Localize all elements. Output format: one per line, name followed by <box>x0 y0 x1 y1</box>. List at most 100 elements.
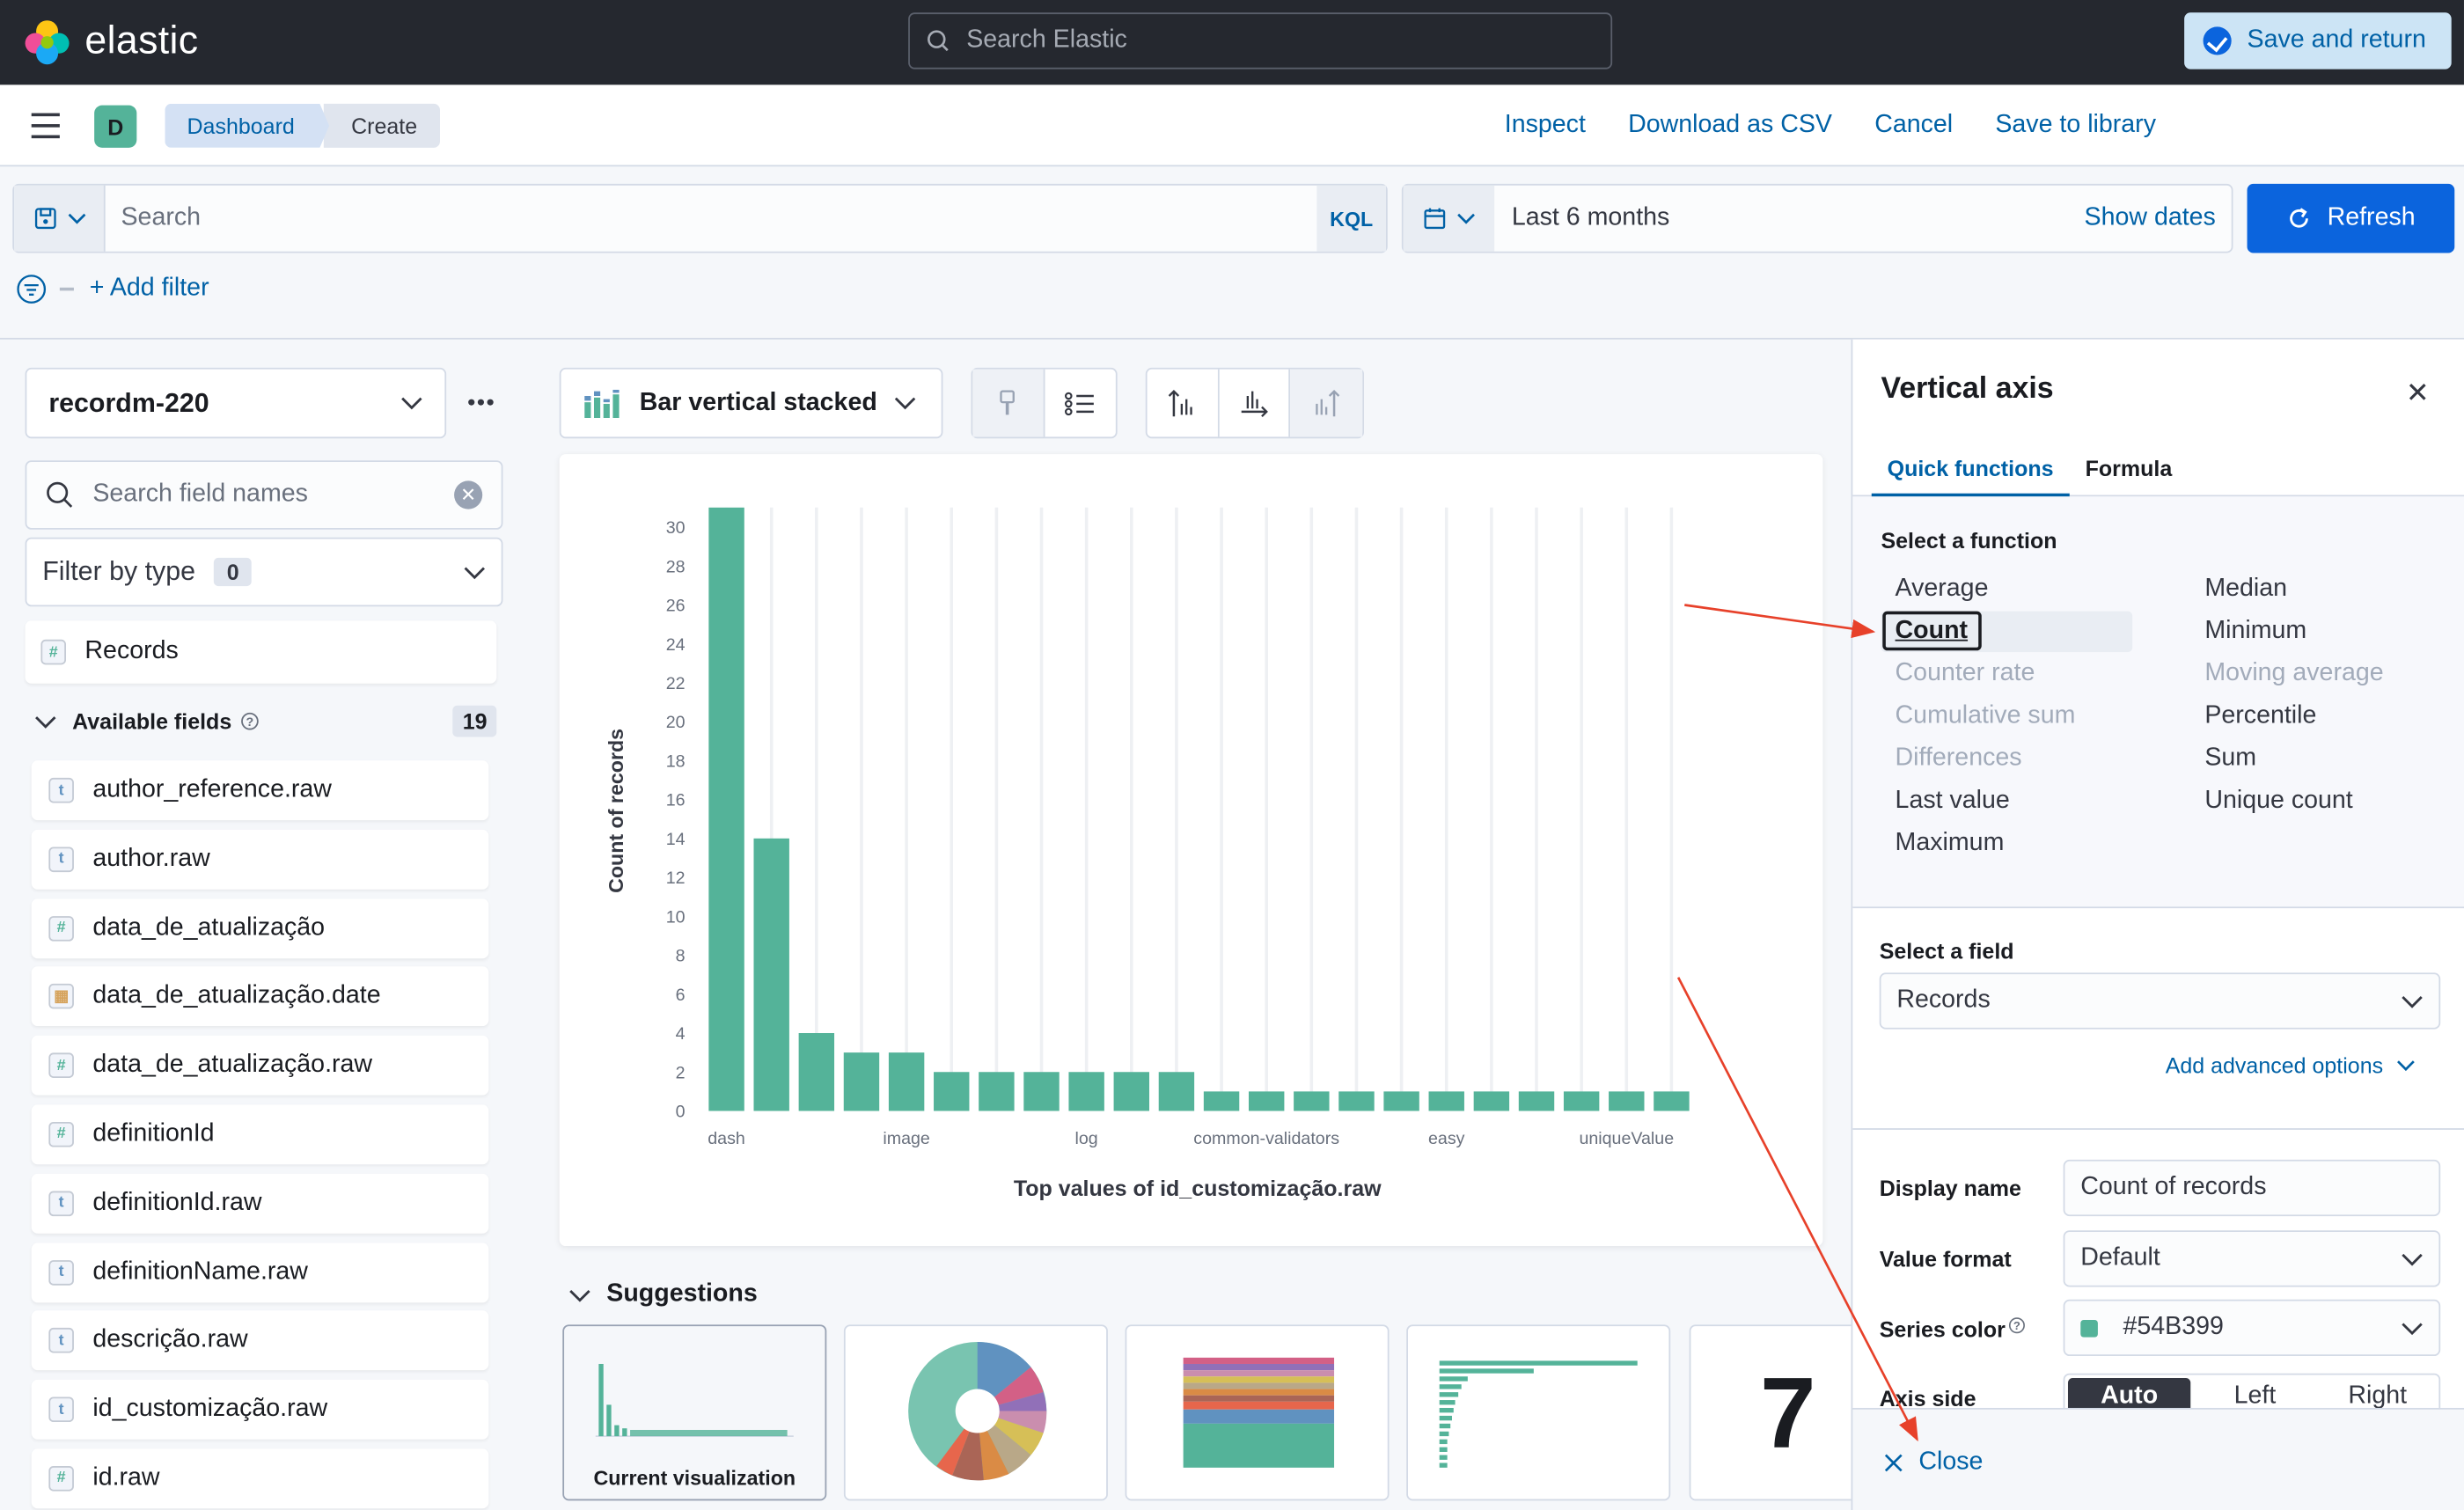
breadcrumb: Dashboard Create <box>165 103 440 148</box>
right-axis-settings-button[interactable] <box>1290 369 1363 437</box>
tab-quick-functions[interactable]: Quick functions <box>1871 456 2070 497</box>
close-flyout-button[interactable]: Close <box>1884 1448 1983 1477</box>
bottom-axis-settings-button[interactable] <box>1219 369 1291 437</box>
y-tick-label: 6 <box>676 986 686 1005</box>
query-bar: Search KQL <box>12 183 1388 253</box>
y-tick-label: 14 <box>666 830 686 849</box>
save-and-return-button[interactable]: Save and return <box>2184 12 2452 70</box>
value-format-select[interactable]: Default <box>2063 1230 2441 1287</box>
suggestion-horizontal-bar-thumbnail <box>1439 1360 1638 1468</box>
advanced-options-link[interactable]: Add advanced options <box>2166 1052 2415 1078</box>
available-fields-header[interactable]: Available fields ? 19 <box>34 704 497 738</box>
function-option-unique-count[interactable]: Unique count <box>2204 788 2352 816</box>
suggestion-horizontal-bar[interactable] <box>1406 1324 1671 1501</box>
y-tick-label: 2 <box>676 1063 686 1082</box>
saved-query-menu-button[interactable] <box>14 185 106 252</box>
field-list-item[interactable]: # data_de_atualização <box>31 898 489 958</box>
clear-icon[interactable]: ✕ <box>454 480 483 509</box>
breadcrumb-dashboard[interactable]: Dashboard <box>165 104 329 148</box>
tab-formula[interactable]: Formula <box>2086 456 2173 481</box>
left-axis-icon <box>1169 389 1193 416</box>
refresh-label: Refresh <box>2327 204 2416 231</box>
suggestion-bar-thumbnail <box>595 1363 794 1438</box>
info-icon[interactable]: ? <box>241 712 260 730</box>
suggestion-current-visualization[interactable]: Current visualization <box>562 1324 827 1501</box>
menu-icon[interactable] <box>31 113 60 139</box>
function-option-count[interactable]: Count <box>1896 618 1969 646</box>
field-select[interactable]: Records <box>1879 972 2441 1030</box>
global-search-input[interactable]: Search Elastic <box>908 12 1613 70</box>
color-swatch <box>2080 1319 2098 1337</box>
chart-bar <box>1294 1091 1330 1111</box>
field-name: data_de_atualização.date <box>92 982 381 1010</box>
field-search-placeholder: Search field names <box>92 480 308 508</box>
x-tick-label: dash <box>708 1129 745 1148</box>
function-option-counter-rate: Counter rate <box>1895 659 2035 687</box>
left-axis-settings-button[interactable] <box>1148 369 1220 437</box>
function-option-minimum[interactable]: Minimum <box>2204 618 2306 646</box>
string-field-icon: t <box>48 1191 74 1216</box>
function-option-percentile[interactable]: Percentile <box>2204 702 2316 730</box>
space-avatar[interactable]: D <box>94 105 137 148</box>
filter-by-type-select[interactable]: Filter by type 0 <box>25 537 503 607</box>
chevron-down-icon <box>2402 1252 2423 1265</box>
function-option-maximum[interactable]: Maximum <box>1896 830 2005 858</box>
field-list-item[interactable]: t id_customização.raw <box>31 1380 489 1440</box>
function-option-sum[interactable]: Sum <box>2204 744 2256 773</box>
kql-language-toggle[interactable]: KQL <box>1316 185 1386 252</box>
field-search-input[interactable]: Search field names ✕ <box>25 460 503 530</box>
info-icon[interactable]: ? <box>2008 1316 2026 1334</box>
function-option-median[interactable]: Median <box>2204 575 2287 604</box>
field-list-item[interactable]: # data_de_atualização.raw <box>31 1036 489 1096</box>
close-label: Close <box>1918 1448 1984 1476</box>
more-options-icon[interactable] <box>468 399 494 406</box>
chart-type-select[interactable]: Bar vertical stacked <box>559 367 943 439</box>
refresh-button[interactable]: Refresh <box>2247 183 2455 253</box>
suggestions-header[interactable]: Suggestions <box>568 1280 758 1308</box>
query-input[interactable]: Search <box>106 186 1317 252</box>
chevron-down-icon <box>464 566 486 579</box>
legend-settings-button[interactable] <box>1045 370 1116 437</box>
date-field-icon: ▦ <box>48 984 74 1010</box>
series-color-picker[interactable]: #54B399 <box>2063 1299 2441 1357</box>
field-list-item[interactable]: # id.raw <box>31 1448 489 1509</box>
search-icon <box>928 30 949 52</box>
function-option-average[interactable]: Average <box>1896 575 1989 604</box>
chevron-down-icon <box>401 397 422 410</box>
quick-date-menu-button[interactable] <box>1403 185 1495 252</box>
field-name: definitionId.raw <box>92 1189 262 1216</box>
close-icon[interactable]: ✕ <box>2406 378 2430 410</box>
available-fields-count: 19 <box>453 705 497 737</box>
suggestion-pie[interactable] <box>843 1324 1108 1501</box>
field-list-item[interactable]: t author.raw <box>31 829 489 890</box>
show-dates-link[interactable]: Show dates <box>2085 204 2216 232</box>
field-list-item[interactable]: t descrição.raw <box>31 1310 489 1371</box>
display-name-input[interactable]: Count of records <box>2063 1159 2441 1217</box>
field-list-item[interactable]: t definitionId.raw <box>31 1173 489 1234</box>
chart-bar <box>798 1033 835 1111</box>
filter-options-icon[interactable] <box>16 274 48 305</box>
cancel-link[interactable]: Cancel <box>1874 112 1953 140</box>
elastic-logo[interactable]: elastic <box>25 18 199 64</box>
field-list-item[interactable]: t author_reference.raw <box>31 760 489 821</box>
series-color-label-row: Series color ? <box>1880 1316 2026 1342</box>
time-range-value[interactable]: Last 6 months <box>1512 204 2085 232</box>
field-name: descrição.raw <box>92 1326 248 1354</box>
visual-options-button[interactable] <box>972 369 1045 437</box>
chart-bar <box>708 507 744 1111</box>
save-to-library-link[interactable]: Save to library <box>1995 112 2156 140</box>
field-list-item[interactable]: t definitionName.raw <box>31 1242 489 1302</box>
add-filter-button[interactable]: + Add filter <box>90 275 209 303</box>
inspect-link[interactable]: Inspect <box>1505 112 1586 140</box>
suggestion-stacked[interactable] <box>1125 1324 1390 1501</box>
records-field[interactable]: # Records <box>25 620 497 684</box>
chart-bar <box>1068 1072 1104 1111</box>
index-pattern-select[interactable]: recordm-220 <box>25 367 447 439</box>
field-list-item[interactable]: ▦ data_de_atualização.date <box>31 966 489 1027</box>
function-option-last-value[interactable]: Last value <box>1896 788 2010 816</box>
download-csv-link[interactable]: Download as CSV <box>1628 112 1832 140</box>
metric-suggestion-value: 7 <box>1759 1356 1816 1470</box>
chart-bar <box>1473 1091 1510 1111</box>
chevron-down-icon <box>2402 1322 2423 1335</box>
field-list-item[interactable]: # definitionId <box>31 1104 489 1165</box>
